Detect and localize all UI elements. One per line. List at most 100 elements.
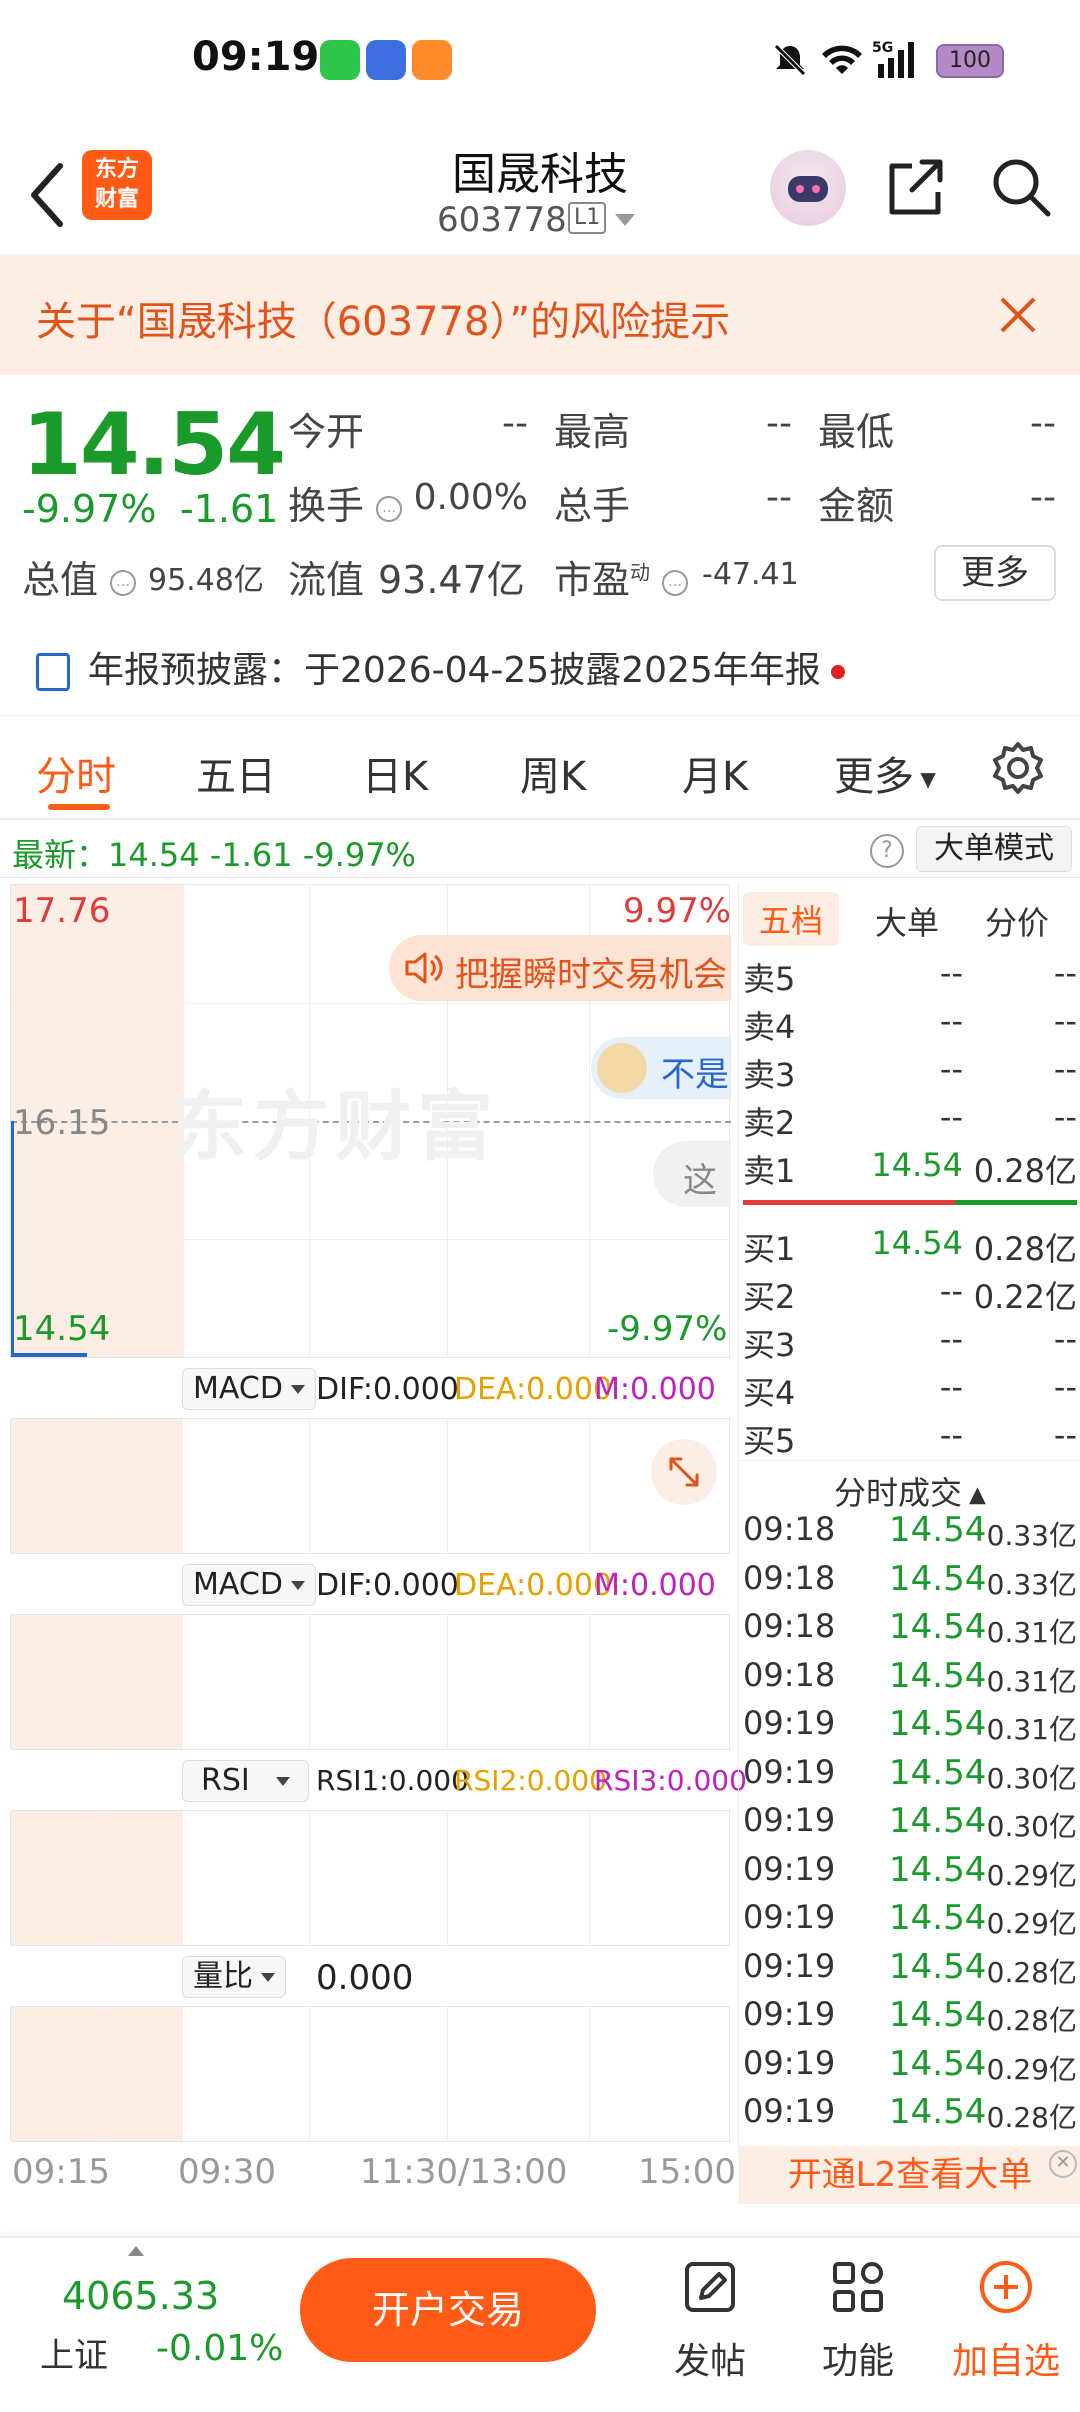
risk-warning-banner[interactable]: 关于“国晟科技（603778）”的风险提示	[0, 255, 1080, 375]
intraday-chart[interactable]: 东方财富 17.76 9.97% 16.15 14.54 -9.97% 把握瞬时…	[10, 884, 747, 2192]
level-badge[interactable]: L1	[568, 202, 607, 234]
indicator-select[interactable]: RSI	[182, 1760, 309, 1802]
pe-value: -47.41	[702, 557, 799, 592]
grid-icon	[833, 2262, 883, 2312]
tab-price-distribution[interactable]: 分价	[985, 898, 1049, 944]
open-account-trade-button[interactable]: 开户交易	[300, 2258, 596, 2362]
assistant-bubble[interactable]: 不是	[591, 1037, 731, 1099]
tab-five-levels[interactable]: 五档	[743, 892, 840, 946]
post-button[interactable]: 发帖	[640, 2250, 780, 2384]
indicator-select[interactable]: 量比	[182, 1956, 286, 1998]
promo-text[interactable]: 把握瞬时交易机会	[455, 947, 727, 996]
rsi2-value: RSI2:0.000	[454, 1764, 607, 1797]
high-value: --	[766, 403, 792, 444]
functions-button[interactable]: 功能	[788, 2250, 928, 2384]
large-order-mode-button[interactable]: 大单模式	[916, 826, 1072, 872]
tab-large-orders[interactable]: 大单	[875, 898, 939, 944]
ai-assistant-icon[interactable]	[770, 150, 846, 226]
trade-row: 09:19 14.54 0.29亿	[743, 1898, 1077, 1946]
search-icon[interactable]	[988, 154, 1054, 220]
annual-report-notice[interactable]: 年报预披露：于2026-04-25披露2025年年报	[36, 641, 845, 693]
video-app-icon	[412, 40, 452, 80]
close-icon[interactable]: ✕	[1049, 2150, 1077, 2178]
indicator-row-macd-1: MACD DIF:0.000 DEA:0.000 M:0.000	[10, 1358, 730, 1418]
tab-more[interactable]: 更多 ▼	[834, 744, 936, 802]
gear-icon[interactable]	[990, 740, 1046, 796]
trade-time: 09:19	[743, 2092, 836, 2130]
rsi-panel[interactable]	[10, 1810, 730, 1946]
macd-panel-2[interactable]	[10, 1614, 730, 1750]
sell-pressure-bar	[743, 1200, 955, 1205]
info-icon[interactable]: …	[662, 569, 689, 596]
trade-time: 09:19	[743, 2043, 836, 2082]
more-button[interactable]: 更多	[934, 545, 1056, 601]
index-change[interactable]: -0.01%	[156, 2328, 283, 2369]
tab-five-day[interactable]: 五日	[196, 744, 276, 802]
trade-volume: 0.31亿	[986, 1616, 1077, 1649]
rabbit-avatar-icon	[597, 1043, 647, 1093]
order-book-panel: 五档 大单 分价 卖5 -- -- 卖4 -- -- 卖3 -- -- 卖2 -- -- 卖1 1…	[738, 884, 1080, 2204]
chart-tabs: 分时 五日 日K 周K 月K 更多 ▼	[0, 715, 1080, 820]
upgrade-l2-banner[interactable]: 开通L2查看大单 ✕	[739, 2146, 1080, 2204]
bottom-price-label: 14.54	[13, 1309, 111, 1349]
trade-row: 09:19 14.54 0.28亿	[743, 2092, 1077, 2140]
trade-time: 09:18	[743, 1607, 836, 1645]
clock: 09:19	[192, 34, 320, 80]
trade-volume: 0.28亿	[986, 2101, 1077, 2134]
help-icon[interactable]: ?	[870, 834, 904, 868]
tip-bubble[interactable]: 这	[653, 1141, 731, 1207]
promo-banner[interactable]: 把握瞬时交易机会	[389, 935, 731, 1001]
volume-ratio-value: 0.000	[316, 1958, 414, 1998]
trade-time: 09:18	[743, 1558, 836, 1597]
trades-header[interactable]: 分时成交 ▲	[739, 1468, 1080, 1514]
dea-value: DEA:0.000	[454, 1568, 613, 1603]
wifi-icon	[822, 45, 862, 74]
macd-panel-1[interactable]	[10, 1418, 730, 1554]
volume-label: 总手	[554, 484, 631, 528]
close-icon[interactable]	[998, 295, 1038, 335]
tab-monthly-k[interactable]: 月K	[682, 744, 748, 802]
risk-warning-text[interactable]: 关于“国晟科技（603778）”的风险提示	[36, 289, 730, 347]
chevron-up-icon[interactable]	[128, 2246, 144, 2256]
trade-time: 09:19	[743, 1849, 836, 1888]
trade-price: 14.54	[889, 1849, 987, 1890]
x-axis-label: 15:00	[638, 2152, 736, 2192]
expand-icon[interactable]	[651, 1439, 717, 1505]
tab-weekly-k[interactable]: 周K	[520, 744, 586, 802]
volume-ratio-panel[interactable]	[10, 2006, 730, 2142]
speaker-icon	[405, 952, 443, 984]
indicator-select[interactable]: MACD	[182, 1368, 316, 1410]
trade-volume: 0.28亿	[986, 1955, 1077, 1989]
trade-price: 14.54	[889, 1801, 987, 1841]
trade-time: 09:19	[743, 1752, 836, 1791]
index-name[interactable]: 上证	[40, 2328, 108, 2377]
trade-time: 09:19	[743, 1801, 836, 1839]
trade-time: 09:18	[743, 1510, 836, 1548]
open-value: --	[502, 403, 528, 444]
amount-value: --	[1030, 477, 1056, 518]
tab-daily-k[interactable]: 日K	[362, 744, 428, 802]
add-to-watchlist-button[interactable]: 加自选	[936, 2250, 1076, 2384]
bid-row-2: 买2 -- 0.22亿	[743, 1272, 1077, 1316]
indicator-select[interactable]: MACD	[182, 1564, 316, 1606]
info-icon[interactable]: …	[376, 495, 403, 522]
tip-bubble-text[interactable]: 这	[683, 1153, 717, 1202]
edit-icon	[685, 2262, 735, 2312]
trade-time: 09:19	[743, 1898, 836, 1936]
trade-row: 09:19 14.54 0.28亿	[743, 1995, 1077, 2043]
app-notification-icon	[366, 40, 406, 80]
info-icon[interactable]: …	[110, 569, 137, 596]
index-value[interactable]: 4065.33	[62, 2274, 219, 2318]
price-panel[interactable]: 东方财富 17.76 9.97% 16.15 14.54 -9.97% 把握瞬时…	[10, 884, 731, 1358]
x-axis-label: 11:30/13:00	[360, 2152, 568, 2192]
share-icon[interactable]	[882, 154, 948, 220]
trade-volume: 0.30亿	[986, 1810, 1077, 1843]
trade-volume: 0.29亿	[986, 1858, 1077, 1892]
tab-intraday[interactable]: 分时	[36, 744, 116, 802]
trade-volume: 0.31亿	[986, 1664, 1077, 1698]
chevron-down-icon[interactable]	[615, 214, 635, 226]
assistant-bubble-text[interactable]: 不是	[661, 1047, 729, 1096]
quote-panel: 14.54 -9.97% -1.61 今开 -- 最高 -- 最低 -- 换手 …	[0, 375, 1080, 715]
float-cap-value: 93.47亿	[378, 558, 525, 602]
watermark: 东方财富	[171, 1082, 499, 1171]
